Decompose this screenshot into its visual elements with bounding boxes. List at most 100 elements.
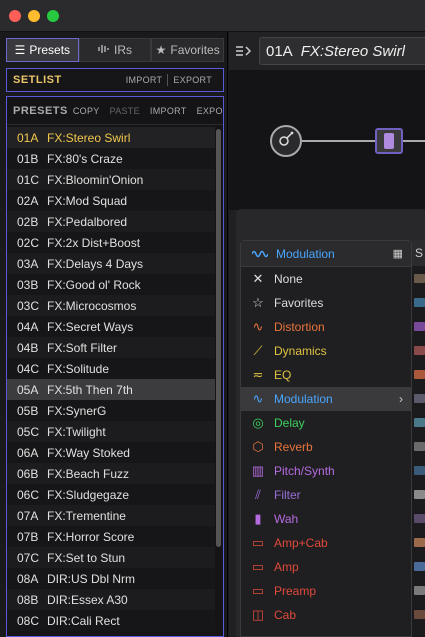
- preset-row[interactable]: 07A FX:Trementine: [7, 505, 215, 526]
- preset-name: FX:Twilight: [47, 424, 106, 439]
- preset-name: FX:Delays 4 Days: [47, 256, 144, 271]
- category-item-cab[interactable]: ◫ Cab: [241, 603, 411, 627]
- preset-row[interactable]: 05B FX:SynerG: [7, 400, 215, 421]
- category-item-favorites[interactable]: ☆ Favorites: [241, 291, 411, 315]
- model-thumbnail[interactable]: [414, 394, 425, 403]
- preset-name: FX:Beach Fuzz: [47, 466, 130, 481]
- preset-row[interactable]: 03B FX:Good ol' Rock: [7, 274, 215, 295]
- model-thumbnail[interactable]: [414, 514, 425, 523]
- preset-row[interactable]: 06B FX:Beach Fuzz: [7, 463, 215, 484]
- category-item-preamp[interactable]: ▭ Preamp: [241, 579, 411, 603]
- model-thumbnail[interactable]: [414, 418, 425, 427]
- preset-row[interactable]: 03A FX:Delays 4 Days: [7, 253, 215, 274]
- category-item-distortion[interactable]: ∿ Distortion: [241, 315, 411, 339]
- preset-row[interactable]: 01A FX:Stereo Swirl: [7, 127, 215, 148]
- preset-row[interactable]: 04B FX:Soft Filter: [7, 337, 215, 358]
- preset-row[interactable]: 08C DIR:Cali Rect: [7, 610, 215, 631]
- category-label: Wah: [274, 512, 299, 526]
- preset-id: 02A: [17, 193, 39, 208]
- setlist-title[interactable]: SETLIST: [13, 74, 121, 86]
- model-thumbnail[interactable]: [414, 442, 425, 451]
- preset-id: 08C: [17, 613, 40, 628]
- preset-id: 07B: [17, 529, 39, 544]
- category-item-reverb[interactable]: ⬡ Reverb: [241, 435, 411, 459]
- model-thumbnail[interactable]: [414, 298, 425, 307]
- setlist-section: SETLIST IMPORT EXPORT: [6, 68, 224, 92]
- category-label: Pitch/Synth: [274, 464, 335, 478]
- model-thumbnail[interactable]: [414, 562, 425, 571]
- setlist-import-button[interactable]: IMPORT: [121, 75, 168, 85]
- model-thumbnail[interactable]: [414, 322, 425, 331]
- category-label: EQ: [274, 368, 292, 382]
- model-thumbnail[interactable]: [414, 346, 425, 355]
- model-thumbnail[interactable]: [414, 466, 425, 475]
- category-item-dynamics[interactable]: ⟋ Dynamics: [241, 339, 411, 363]
- tab-presets[interactable]: ☰ Presets: [6, 38, 79, 62]
- star-icon: ★: [155, 43, 167, 57]
- category-item-wah[interactable]: ▮ Wah: [241, 507, 411, 531]
- category-item-modulation[interactable]: ∿ Modulation ›: [241, 387, 411, 411]
- preset-row[interactable]: 02C FX:2x Dist+Boost: [7, 232, 215, 253]
- preset-list-scrollbar[interactable]: [216, 129, 221, 547]
- preset-row[interactable]: 03C FX:Microcosmos: [7, 295, 215, 316]
- zoom-window-button[interactable]: [47, 10, 59, 22]
- model-thumbnail[interactable]: [414, 274, 425, 283]
- model-thumbnail[interactable]: [414, 370, 425, 379]
- preset-row[interactable]: 01B FX:80's Craze: [7, 148, 215, 169]
- modulation-icon: [249, 249, 271, 259]
- preset-row[interactable]: 05C FX:Twilight: [7, 421, 215, 442]
- preset-id: 08A: [17, 571, 39, 586]
- category-item-amp[interactable]: ▭ Amp: [241, 555, 411, 579]
- setlist-export-button[interactable]: EXPORT: [168, 75, 217, 85]
- category-menu-title: Modulation: [276, 246, 335, 261]
- presets-export-button[interactable]: EXPORT: [192, 106, 223, 116]
- preset-row[interactable]: 04A FX:Secret Ways: [7, 316, 215, 337]
- category-item-filter[interactable]: ⫽ Filter: [241, 483, 411, 507]
- category-item-delay[interactable]: ◎ Delay: [241, 411, 411, 435]
- model-thumbnail[interactable]: [414, 610, 425, 619]
- tab-favorites[interactable]: ★ Favorites: [151, 38, 225, 62]
- category-item-pitch-synth[interactable]: ▥ Pitch/Synth: [241, 459, 411, 483]
- preset-menu-icon[interactable]: [229, 45, 259, 57]
- preset-row[interactable]: 06C FX:Sludgegaze: [7, 484, 215, 505]
- preset-row[interactable]: 02A FX:Mod Squad: [7, 190, 215, 211]
- preset-row[interactable]: 06A FX:Way Stoked: [7, 442, 215, 463]
- copy-button[interactable]: COPY: [68, 106, 105, 116]
- presets-import-button[interactable]: IMPORT: [145, 106, 192, 116]
- star-icon: ☆: [252, 295, 264, 310]
- preamp-icon: ▭: [251, 583, 265, 598]
- preset-bar: 01A FX:Stereo Swirl: [229, 32, 425, 70]
- category-label: Distortion: [274, 320, 325, 334]
- guitar-icon: [277, 130, 295, 153]
- tab-irs[interactable]: IRs: [78, 38, 152, 62]
- grid-view-icon[interactable]: ▦: [393, 247, 403, 260]
- preset-id: 05A: [17, 382, 39, 397]
- preset-name: FX:2x Dist+Boost: [47, 235, 141, 250]
- model-thumbnail[interactable]: [414, 490, 425, 499]
- preset-row[interactable]: 08A DIR:US Dbl Nrm: [7, 568, 215, 589]
- input-node[interactable]: [270, 125, 302, 157]
- filter-icon: ⫽: [255, 487, 261, 502]
- category-item-eq[interactable]: ≂ EQ: [241, 363, 411, 387]
- model-thumbnail[interactable]: [414, 538, 425, 547]
- preset-row[interactable]: 01C FX:Bloomin'Onion: [7, 169, 215, 190]
- minimize-window-button[interactable]: [28, 10, 40, 22]
- category-label: Reverb: [274, 440, 313, 454]
- tab-label: Favorites: [170, 43, 220, 57]
- preset-name: DIR:Essex A30: [47, 592, 128, 607]
- model-thumbnail[interactable]: [414, 586, 425, 595]
- preset-row[interactable]: 05A FX:5th Then 7th: [7, 379, 215, 400]
- close-window-button[interactable]: [9, 10, 21, 22]
- preset-row[interactable]: 08B DIR:Essex A30: [7, 589, 215, 610]
- current-preset-name[interactable]: 01A FX:Stereo Swirl: [259, 37, 425, 65]
- paste-button[interactable]: PASTE: [105, 106, 145, 116]
- preset-row[interactable]: 07C FX:Set to Stun: [7, 547, 215, 568]
- preset-name: FX:Pedalbored: [47, 214, 128, 229]
- preset-row[interactable]: 04C FX:Solitude: [7, 358, 215, 379]
- preset-row[interactable]: 07B FX:Horror Score: [7, 526, 215, 547]
- effect-block[interactable]: [375, 128, 403, 154]
- category-item-amp-cab[interactable]: ▭ Amp+Cab: [241, 531, 411, 555]
- preset-row[interactable]: 02B FX:Pedalbored: [7, 211, 215, 232]
- category-item-none[interactable]: ✕ None: [241, 267, 411, 291]
- preset-id: 05C: [17, 424, 40, 439]
